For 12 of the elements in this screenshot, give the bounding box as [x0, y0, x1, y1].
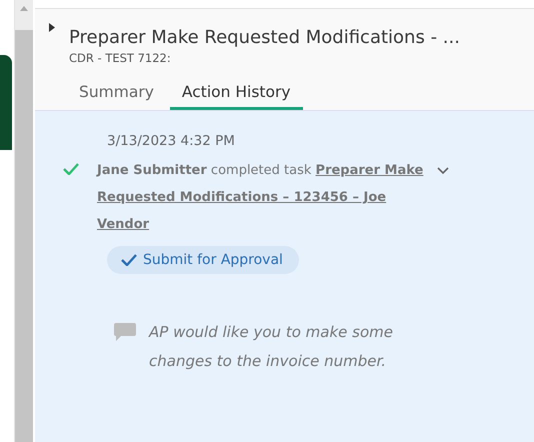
- comment-text: AP would like you to make some changes to the invoice number.: [149, 322, 394, 372]
- check-icon: [121, 254, 137, 266]
- expand-icon[interactable]: [49, 23, 55, 32]
- activity-message: Jane Submitter completed task Preparer Make Requested Modifications – 123456 – Joe Vendor: [97, 162, 424, 234]
- scrollbar[interactable]: [14, 0, 33, 442]
- comment-icon: [113, 322, 137, 344]
- chevron-icon[interactable]: [437, 167, 449, 175]
- task-title: Preparer Make Requested Modifications - ...: [69, 27, 461, 48]
- tab[interactable]: Summary: [67, 79, 166, 110]
- timestamp: 3/13/2023 4:32 PM: [107, 133, 236, 149]
- task-subtitle: CDR - TEST 7122:: [69, 51, 172, 65]
- action-label: Submit for Approval: [143, 252, 283, 268]
